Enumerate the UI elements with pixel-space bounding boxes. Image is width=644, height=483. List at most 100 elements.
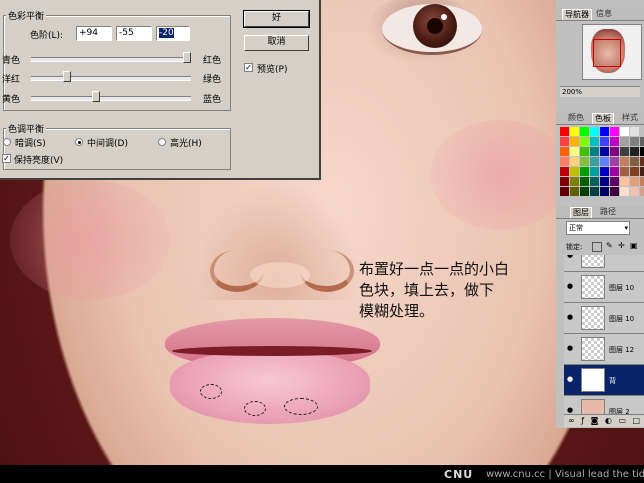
color-swatch[interactable] — [570, 127, 579, 136]
lock-all-icon[interactable]: ▣ — [630, 242, 638, 250]
color-swatch[interactable] — [560, 127, 569, 136]
cyan-red-slider[interactable] — [31, 57, 191, 62]
midtones-label[interactable]: 中间调(D) — [87, 136, 128, 149]
tab-styles[interactable]: 样式 — [620, 113, 640, 123]
color-swatch[interactable] — [640, 147, 644, 156]
color-swatch[interactable] — [620, 137, 629, 146]
color-swatch[interactable] — [620, 157, 629, 166]
color-swatch[interactable] — [590, 167, 599, 176]
color-swatch[interactable] — [620, 127, 629, 136]
color-swatch[interactable] — [600, 157, 609, 166]
color-swatch[interactable] — [600, 137, 609, 146]
color-swatch[interactable] — [620, 177, 629, 186]
color-swatch[interactable] — [610, 137, 619, 146]
blend-mode-select[interactable]: 正常 ▾ — [566, 221, 630, 235]
yellow-blue-slider-thumb[interactable] — [92, 91, 100, 102]
selection-marquee[interactable] — [244, 401, 266, 416]
tab-info[interactable]: 信息 — [594, 9, 614, 19]
color-swatch[interactable] — [630, 157, 639, 166]
color-swatch[interactable] — [580, 137, 589, 146]
color-swatch[interactable] — [590, 157, 599, 166]
navigator-preview[interactable] — [582, 24, 642, 80]
color-swatch[interactable] — [610, 157, 619, 166]
color-swatch[interactable] — [630, 167, 639, 176]
color-swatch[interactable] — [610, 177, 619, 186]
layer-row-selected[interactable]: ● 背 — [564, 365, 644, 396]
adjustment-icon[interactable]: ◐ — [605, 416, 612, 425]
color-swatch[interactable] — [580, 177, 589, 186]
color-swatch[interactable] — [620, 187, 629, 196]
highlights-radio[interactable] — [158, 138, 166, 146]
shadows-label[interactable]: 暗调(S) — [15, 136, 46, 149]
color-swatch[interactable] — [630, 147, 639, 156]
magenta-green-slider[interactable] — [31, 76, 191, 81]
layer-style-icon[interactable]: ƒ — [581, 416, 584, 425]
level-magenta-green-input[interactable]: -55 — [116, 26, 152, 41]
layer-row[interactable]: ● 图层 2 — [564, 396, 644, 415]
level-cyan-red-input[interactable]: +94 — [76, 26, 112, 41]
color-swatch[interactable] — [570, 187, 579, 196]
eye-icon[interactable]: ● — [567, 283, 575, 290]
tab-paths[interactable]: 路径 — [598, 207, 618, 217]
magenta-green-slider-thumb[interactable] — [63, 71, 71, 82]
lock-transparency-icon[interactable] — [592, 242, 602, 252]
color-swatch[interactable] — [620, 167, 629, 176]
color-swatch[interactable] — [570, 157, 579, 166]
zoom-level[interactable]: 200% — [560, 88, 582, 96]
color-swatch[interactable] — [600, 177, 609, 186]
color-swatch[interactable] — [640, 137, 644, 146]
layer-row[interactable]: ● — [564, 255, 644, 272]
color-swatch[interactable] — [610, 187, 619, 196]
color-swatch[interactable] — [570, 177, 579, 186]
color-swatch[interactable] — [600, 187, 609, 196]
color-swatch[interactable] — [600, 147, 609, 156]
mask-icon[interactable]: ◙ — [591, 416, 599, 425]
preview-checkbox[interactable]: ✓ — [244, 63, 253, 72]
shadows-radio[interactable] — [3, 138, 11, 146]
color-swatch[interactable] — [560, 167, 569, 176]
navigator-view-box[interactable] — [593, 39, 621, 67]
color-swatch[interactable] — [570, 147, 579, 156]
color-swatch[interactable] — [640, 127, 644, 136]
color-swatch[interactable] — [580, 127, 589, 136]
tab-navigator[interactable]: 导航器 — [562, 9, 592, 20]
tab-color[interactable]: 颜色 — [566, 113, 586, 123]
color-swatch[interactable] — [580, 167, 589, 176]
highlights-label[interactable]: 高光(H) — [170, 136, 202, 149]
color-swatch[interactable] — [570, 137, 579, 146]
navigator-zoom[interactable]: 200% — [560, 86, 640, 97]
midtones-radio[interactable] — [75, 138, 83, 146]
eye-icon[interactable]: ● — [567, 407, 575, 414]
selection-marquee[interactable] — [284, 398, 318, 415]
preserve-luminosity-checkbox[interactable]: ✓ — [2, 154, 11, 163]
yellow-blue-slider[interactable] — [31, 96, 191, 101]
color-swatch[interactable] — [560, 137, 569, 146]
color-swatch[interactable] — [560, 177, 569, 186]
color-swatch[interactable] — [560, 157, 569, 166]
color-swatch[interactable] — [580, 157, 589, 166]
eye-icon[interactable]: ● — [567, 345, 575, 352]
preview-label[interactable]: 预览(P) — [257, 62, 287, 75]
color-swatch[interactable] — [630, 137, 639, 146]
color-swatch[interactable] — [590, 137, 599, 146]
link-icon[interactable]: ∞ — [568, 416, 575, 425]
lock-brush-icon[interactable]: ✎ — [606, 242, 614, 250]
color-swatch[interactable] — [640, 187, 644, 196]
folder-icon[interactable]: ▭ — [618, 416, 626, 425]
color-swatch[interactable] — [580, 187, 589, 196]
eye-icon[interactable]: ● — [567, 314, 575, 321]
layer-row[interactable]: ● 图层 10 — [564, 272, 644, 303]
tab-swatches[interactable]: 色板 — [592, 113, 614, 124]
ok-button[interactable]: 好 — [243, 10, 310, 28]
color-swatch[interactable] — [630, 187, 639, 196]
level-yellow-blue-input[interactable]: -20 — [156, 26, 190, 41]
cyan-red-slider-thumb[interactable] — [183, 52, 191, 63]
color-swatch[interactable] — [600, 167, 609, 176]
color-swatch[interactable] — [570, 167, 579, 176]
color-swatch[interactable] — [630, 127, 639, 136]
color-swatch[interactable] — [560, 187, 569, 196]
cancel-button[interactable]: 取消 — [244, 35, 309, 51]
color-swatch[interactable] — [630, 177, 639, 186]
color-swatch[interactable] — [600, 127, 609, 136]
color-swatch[interactable] — [640, 167, 644, 176]
